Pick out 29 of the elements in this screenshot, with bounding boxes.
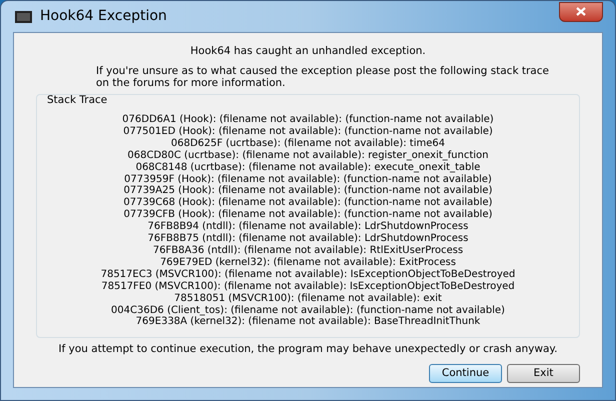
stack-trace-line: 769E338A (kernel32): (filename not available): BaseThreadInitThunk	[136, 316, 480, 328]
stack-trace-line: 0773959F (Hook): (filename not available): (function-name not available)	[124, 174, 492, 185]
dialog-button[interactable]: Exit	[507, 364, 580, 383]
stack-trace-line: 07739CFB (Hook): (filename not available): (function-name not available)	[124, 209, 492, 221]
stack-trace-line: 76FB8B75 (ntdll): (filename not available): LdrShutdownProcess	[148, 233, 468, 245]
heading-text: Hook64 has caught an unhandled exception.	[190, 45, 426, 58]
stack-trace-line: 07739C68 (Hook): (filename not available): (function-name not available)	[124, 197, 492, 209]
dialog-button[interactable]: Continue	[429, 364, 502, 383]
group-label: Stack Trace	[47, 94, 108, 106]
close-icon	[576, 7, 586, 16]
app-icon	[15, 10, 32, 22]
stack-trace-line: 077501ED (Hook): (filename not available): (function-name not available)	[123, 126, 493, 138]
window-title: Hook64 Exception	[40, 7, 167, 26]
stack-trace-line: 76FB8A36 (ntdll): (filename not available): RtlExitUserProcess	[152, 244, 464, 257]
stack-trace-line: 78517FE0 (MSVCR100): (filename not available): IsExceptionObjectToBeDestroyed	[101, 280, 515, 293]
warning-text: If you attempt to continue execution, the program may behave unexpectedly or crash anyway.	[58, 343, 558, 355]
stack-trace-line: 068CD80C (ucrtbase): (filename not available): register_onexit_function	[128, 150, 488, 162]
stack-trace-line: 068D625F (ucrtbase): (filename not available): time64	[171, 138, 445, 150]
stack-trace-line: 004C36D6 (Client_tos): (filename not available): (function-name not available)	[111, 304, 505, 316]
stack-trace-line: 068C8148 (ucrtbase): (filename not available): execute_onexit_table	[136, 162, 480, 174]
instruction-text: on the forums for more information.	[96, 77, 286, 89]
stack-trace-line: 769E79ED (kernel32): (filename not available): ExitProcess	[160, 256, 456, 269]
stack-trace-line: 076DD6A1 (Hook): (filename not available): (function-name not available)	[122, 114, 494, 126]
close-button[interactable]	[559, 2, 603, 22]
stack-trace-line: 78517EC3 (MSVCR100): (filename not available): IsExceptionObjectToBeDestroyed	[100, 268, 516, 281]
stack-trace-line: 07739A25 (Hook): (filename not available): (function-name not available)	[124, 185, 492, 197]
instruction-text: If you're unsure as to what caused the exception please post the following stack trace	[96, 65, 549, 77]
stack-trace-line: 78518051 (MSVCR100): (filename not available): exit	[174, 292, 442, 304]
stack-trace-line: 76FB8B94 (ntdll): (filename not available): LdrShutdownProcess	[148, 221, 468, 233]
